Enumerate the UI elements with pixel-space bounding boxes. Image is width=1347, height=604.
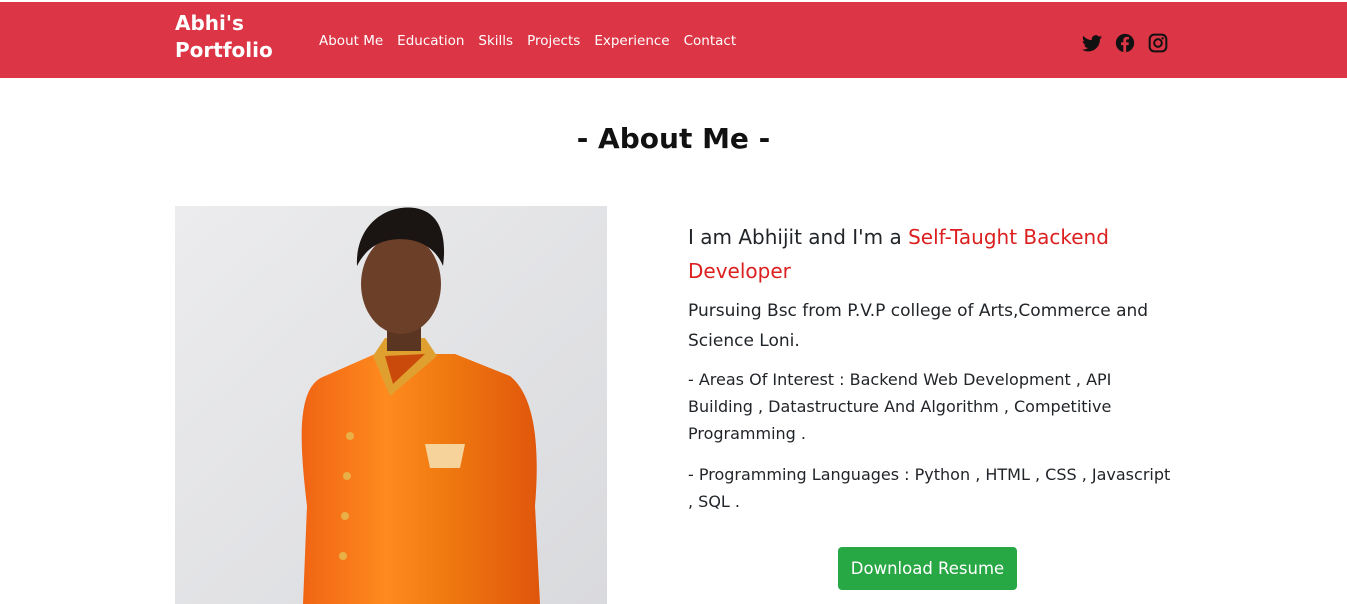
- intro-heading: I am Abhijit and I'm a Self-Taught Backe…: [688, 220, 1178, 288]
- languages-text: - Programming Languages : Python , HTML …: [688, 465, 1171, 511]
- nav-link-education[interactable]: Education: [390, 30, 471, 52]
- about-text: I am Abhijit and I'm a Self-Taught Backe…: [688, 220, 1178, 529]
- nav-link-contact[interactable]: Contact: [677, 30, 744, 52]
- navbar: Abhi's Portfolio About Me Education Skil…: [0, 2, 1347, 78]
- nav-link-projects[interactable]: Projects: [520, 30, 587, 52]
- nav-links: About Me Education Skills Projects Exper…: [312, 30, 743, 52]
- instagram-icon[interactable]: [1147, 32, 1169, 54]
- profile-photo: [175, 206, 607, 604]
- section-title: - About Me -: [576, 122, 771, 155]
- facebook-icon[interactable]: [1114, 32, 1136, 54]
- download-resume-button[interactable]: Download Resume: [838, 547, 1017, 590]
- nav-link-skills[interactable]: Skills: [471, 30, 520, 52]
- twitter-icon[interactable]: [1081, 32, 1103, 54]
- nav-link-about-me[interactable]: About Me: [312, 30, 390, 52]
- nav-link-experience[interactable]: Experience: [587, 30, 676, 52]
- education-text: Pursuing Bsc from P.V.P college of Arts,…: [688, 301, 1149, 351]
- brand-logo[interactable]: Abhi's Portfolio: [175, 10, 295, 64]
- intro-prefix: I am Abhijit and I'm a: [688, 225, 909, 249]
- interests-text: - Areas Of Interest : Backend Web Develo…: [688, 370, 1112, 443]
